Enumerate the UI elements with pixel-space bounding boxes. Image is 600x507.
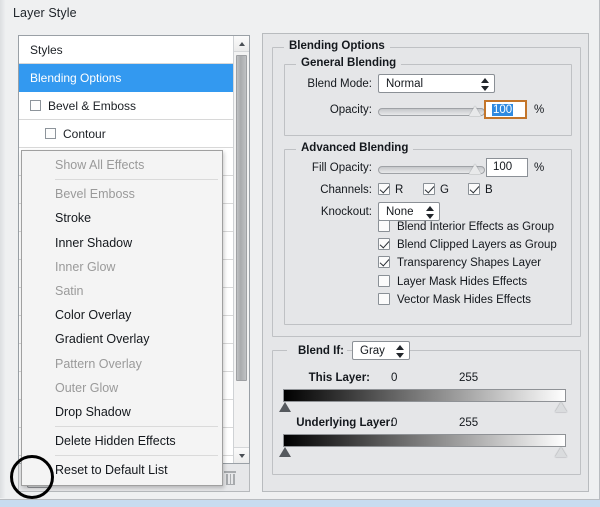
advanced-toggle-checkbox[interactable] bbox=[378, 293, 390, 305]
styles-list-item-label: Blending Options bbox=[30, 71, 121, 85]
channel-label-r: R bbox=[395, 184, 403, 196]
channels-label: Channels: bbox=[287, 184, 372, 196]
styles-list-item[interactable]: Styles bbox=[19, 36, 233, 64]
styles-list-item-label: Bevel & Emboss bbox=[48, 99, 136, 113]
underlying-layer-max: 255 bbox=[459, 417, 478, 429]
knockout-value: None bbox=[386, 206, 414, 218]
styles-list-item[interactable]: Blending Options bbox=[19, 64, 233, 92]
stepper-arrows-icon[interactable] bbox=[481, 78, 489, 91]
blend-mode-label: Blend Mode: bbox=[291, 78, 372, 90]
advanced-toggle-label: Vector Mask Hides Effects bbox=[397, 294, 531, 306]
styles-list-item-label: Contour bbox=[63, 127, 106, 141]
this-layer-white-marker[interactable] bbox=[555, 402, 567, 412]
chevron-up-icon bbox=[239, 42, 245, 46]
bottom-strip bbox=[0, 500, 600, 507]
context-menu-item: Pattern Overlay bbox=[22, 352, 222, 376]
context-menu-item[interactable]: Drop Shadow bbox=[22, 400, 222, 424]
underlying-layer-black-marker[interactable] bbox=[279, 447, 291, 457]
menu-separator bbox=[55, 455, 218, 456]
layer-style-dialog: Layer Style Styles Blending Options Bevel … bbox=[0, 0, 600, 507]
styles-list-item[interactable]: Contour bbox=[19, 120, 233, 148]
context-menu-item[interactable]: Delete Hidden Effects bbox=[22, 429, 222, 453]
menu-separator bbox=[55, 426, 218, 427]
stepper-arrows-icon[interactable] bbox=[396, 345, 404, 358]
context-menu-item: Inner Glow bbox=[22, 255, 222, 279]
advanced-toggle-checkbox[interactable] bbox=[378, 220, 390, 232]
channel-label-b: B bbox=[485, 184, 493, 196]
trash-icon[interactable] bbox=[224, 471, 236, 485]
advanced-toggle-label: Layer Mask Hides Effects bbox=[397, 276, 527, 288]
blending-options-panel: Blending Options General Blending Blend … bbox=[262, 33, 589, 492]
context-menu-item: Satin bbox=[22, 279, 222, 303]
advanced-toggle-checkbox[interactable] bbox=[378, 275, 390, 287]
opacity-slider-knob[interactable] bbox=[469, 106, 481, 116]
context-menu-item[interactable]: Color Overlay bbox=[22, 303, 222, 327]
this-layer-label: This Layer: bbox=[283, 372, 370, 384]
context-menu-item: Outer Glow bbox=[22, 376, 222, 400]
knockout-label: Knockout: bbox=[287, 206, 372, 218]
blending-options-title: Blending Options bbox=[284, 40, 390, 52]
blend-mode-select[interactable]: Normal bbox=[378, 74, 495, 93]
fill-opacity-input[interactable]: 100 bbox=[486, 158, 528, 177]
fill-opacity-slider-knob[interactable] bbox=[469, 164, 481, 174]
blend-if-value: Gray bbox=[360, 345, 385, 357]
blend-if-group bbox=[272, 350, 581, 475]
channel-checkbox-b[interactable] bbox=[468, 183, 480, 195]
channel-label-g: G bbox=[440, 184, 449, 196]
this-layer-black-marker[interactable] bbox=[279, 402, 291, 412]
styles-list-item-label: Styles bbox=[30, 43, 63, 57]
title-bar: Layer Style bbox=[0, 0, 600, 28]
opacity-label: Opacity: bbox=[291, 104, 372, 116]
advanced-toggle-checkbox[interactable] bbox=[378, 256, 390, 268]
context-menu-item[interactable]: Gradient Overlay bbox=[22, 327, 222, 351]
underlying-layer-white-marker[interactable] bbox=[555, 447, 567, 457]
trash-lid bbox=[224, 471, 236, 473]
styles-list-scrollbar[interactable] bbox=[233, 36, 249, 463]
context-menu-item[interactable]: Reset to Default List bbox=[22, 458, 222, 482]
blend-mode-value: Normal bbox=[386, 78, 423, 90]
advanced-toggle-checkbox[interactable] bbox=[378, 238, 390, 250]
scroll-down-button[interactable] bbox=[234, 447, 249, 463]
channel-checkbox-g[interactable] bbox=[423, 183, 435, 195]
effects-context-menu[interactable]: Show All EffectsBevel EmbossStrokeInner … bbox=[21, 150, 223, 486]
knockout-select[interactable]: None bbox=[378, 202, 440, 221]
general-blending-title: General Blending bbox=[296, 57, 401, 69]
channel-checkbox-r[interactable] bbox=[378, 183, 390, 195]
effect-enable-checkbox[interactable] bbox=[30, 100, 41, 111]
advanced-toggle-label: Blend Clipped Layers as Group bbox=[397, 239, 557, 251]
opacity-input[interactable]: 100 bbox=[484, 100, 527, 119]
menu-separator bbox=[55, 179, 218, 180]
effect-enable-checkbox[interactable] bbox=[45, 128, 56, 139]
underlying-layer-min: 0 bbox=[391, 417, 397, 429]
stepper-arrows-icon[interactable] bbox=[426, 206, 434, 219]
context-menu-item[interactable]: Inner Shadow bbox=[22, 231, 222, 255]
blend-if-select[interactable]: Gray bbox=[352, 341, 410, 360]
context-menu-item: Bevel Emboss bbox=[22, 182, 222, 206]
window-left-edge bbox=[0, 0, 6, 498]
underlying-layer-label: Underlying Layer: bbox=[269, 417, 394, 429]
advanced-toggle-label: Transparency Shapes Layer bbox=[397, 257, 541, 269]
styles-list-item[interactable]: Bevel & Emboss bbox=[19, 92, 233, 120]
chevron-down-icon bbox=[239, 454, 245, 458]
scroll-up-button[interactable] bbox=[234, 36, 249, 52]
context-menu-item: Show All Effects bbox=[22, 153, 222, 177]
fill-opacity-label: Fill Opacity: bbox=[287, 162, 372, 174]
fill-opacity-unit: % bbox=[534, 162, 544, 174]
blend-if-label: Blend If: bbox=[287, 345, 347, 357]
advanced-toggle-label: Blend Interior Effects as Group bbox=[397, 221, 554, 233]
this-layer-max: 255 bbox=[459, 372, 478, 384]
this-layer-min: 0 bbox=[391, 372, 397, 384]
opacity-unit: % bbox=[534, 104, 544, 116]
advanced-blending-title: Advanced Blending bbox=[296, 142, 413, 154]
scrollbar-thumb[interactable] bbox=[236, 55, 247, 381]
fill-opacity-value: 100 bbox=[493, 161, 512, 173]
context-menu-item[interactable]: Stroke bbox=[22, 206, 222, 230]
underlying-layer-gradient[interactable] bbox=[283, 434, 566, 447]
page-title: Layer Style bbox=[13, 6, 77, 20]
this-layer-gradient[interactable] bbox=[283, 389, 566, 402]
opacity-value: 100 bbox=[492, 104, 513, 116]
trash-body bbox=[226, 474, 235, 485]
